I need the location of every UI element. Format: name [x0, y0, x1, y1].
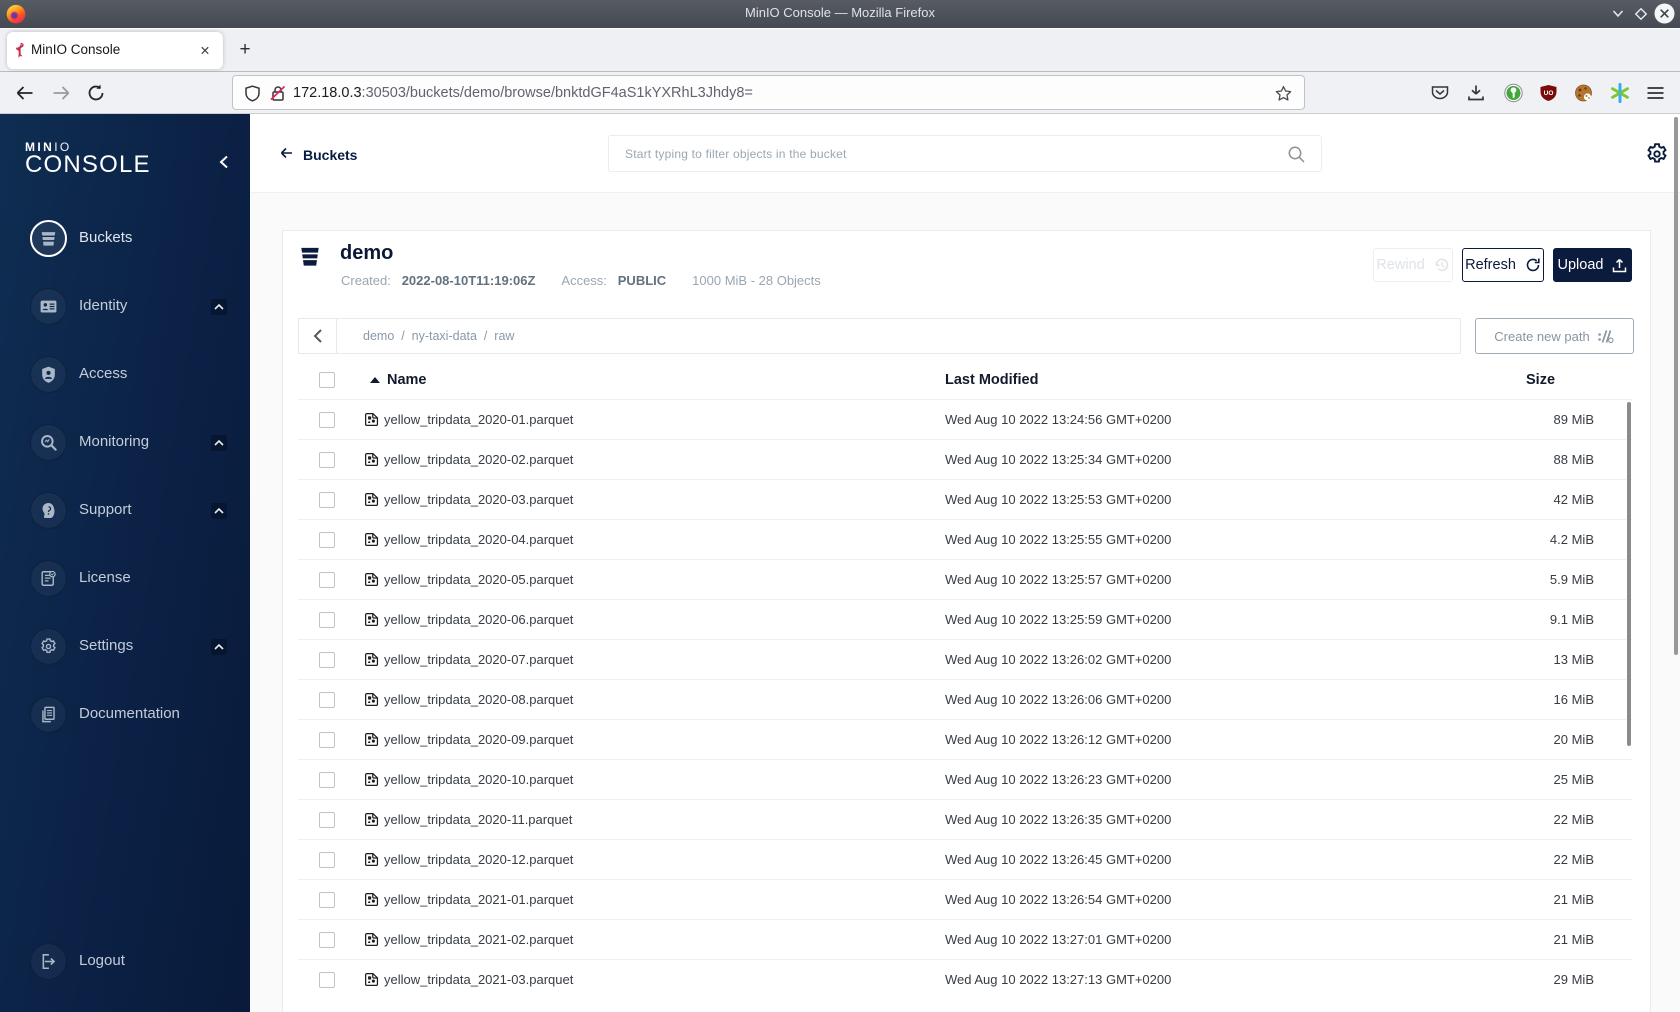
- svg-text:UO: UO: [1544, 90, 1554, 97]
